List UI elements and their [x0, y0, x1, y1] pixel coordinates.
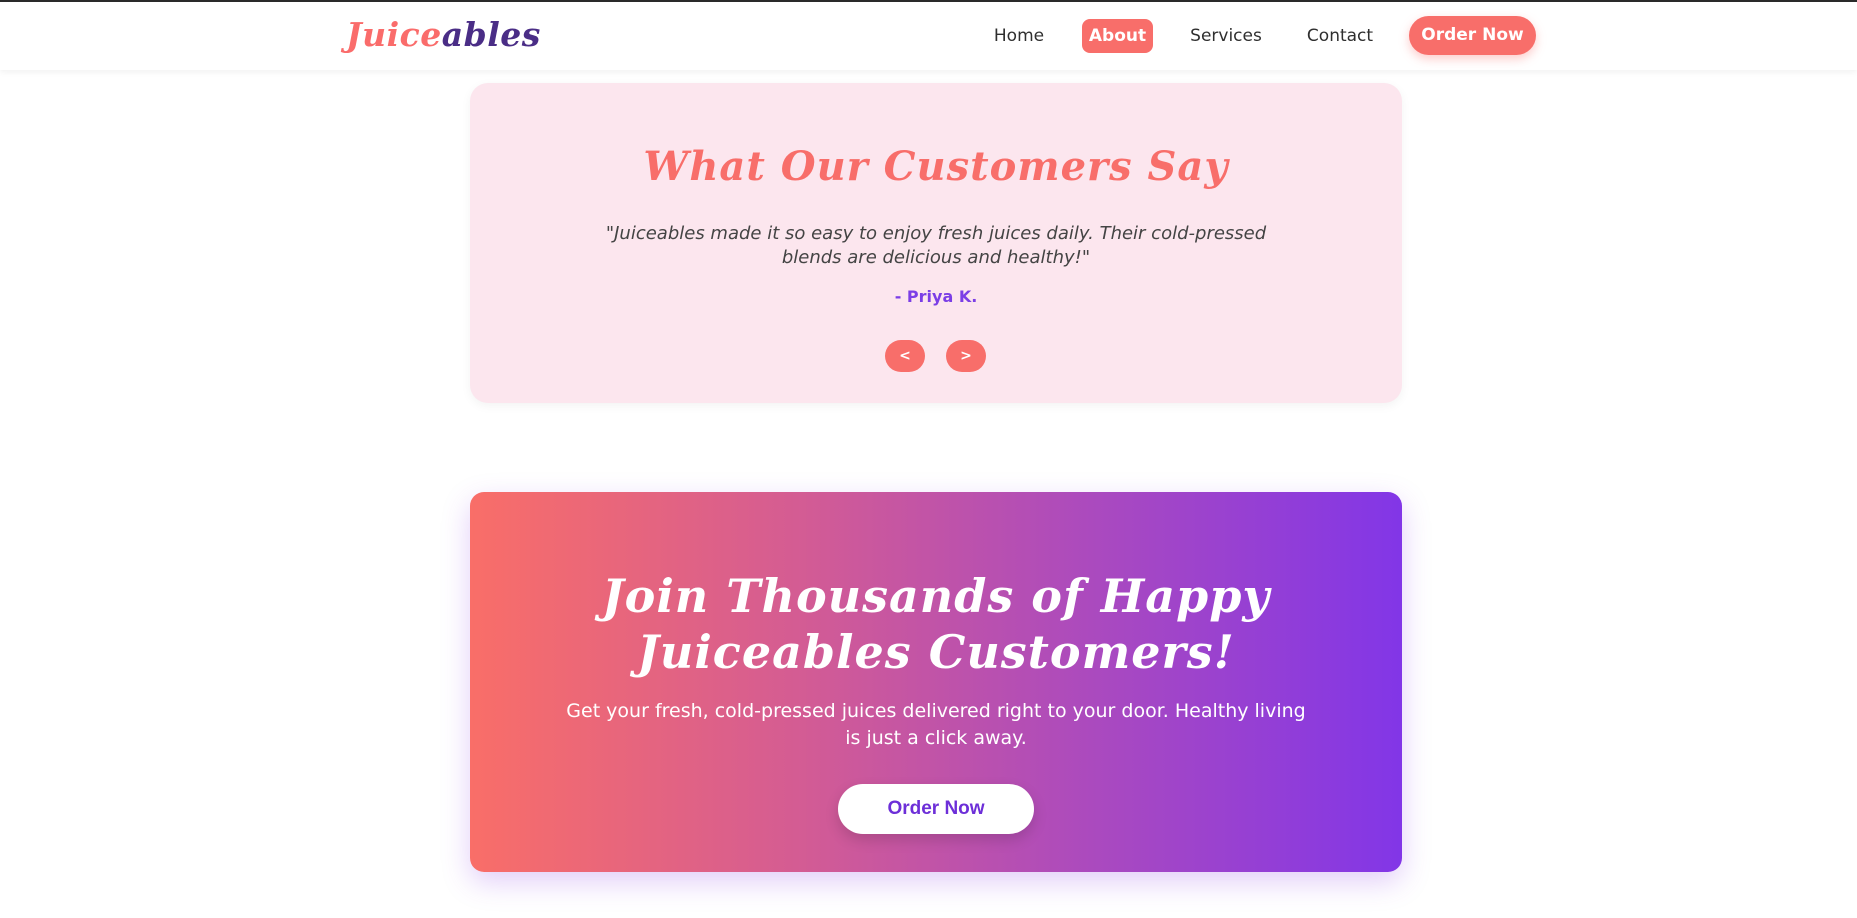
testimonial-quote: "Juiceables made it so easy to enjoy fre…	[605, 223, 1267, 268]
logo-part-ables: ables	[441, 15, 541, 54]
nav-contact[interactable]: Contact	[1298, 19, 1382, 53]
cta-title: Join Thousands of Happy Juiceables Custo…	[470, 568, 1402, 680]
testimonial-prev-button[interactable]: <	[885, 340, 925, 372]
navbar: Juiceables Home About Services Contact O…	[0, 2, 1857, 70]
cta-title-line2: Juiceables Customers!	[637, 625, 1235, 679]
logo[interactable]: Juiceables	[346, 15, 541, 54]
nav-services[interactable]: Services	[1180, 19, 1272, 53]
testimonial-next-button[interactable]: >	[946, 340, 986, 372]
cta-order-now-button[interactable]: Order Now	[838, 784, 1034, 834]
order-now-button[interactable]: Order Now	[1409, 16, 1536, 55]
cta-card: Join Thousands of Happy Juiceables Custo…	[470, 492, 1402, 872]
testimonials-title: What Our Customers Say	[643, 143, 1229, 190]
nav-about[interactable]: About	[1082, 19, 1153, 53]
nav-home[interactable]: Home	[983, 19, 1055, 53]
cta-description: Get your fresh, cold-pressed juices deli…	[566, 700, 1306, 749]
cta-title-line1: Join Thousands of Happy	[601, 569, 1271, 623]
testimonial-author: - Priya K.	[894, 287, 978, 306]
testimonial-card: What Our Customers Say "Juiceables made …	[470, 83, 1402, 403]
logo-part-juice: Juice	[346, 15, 442, 54]
